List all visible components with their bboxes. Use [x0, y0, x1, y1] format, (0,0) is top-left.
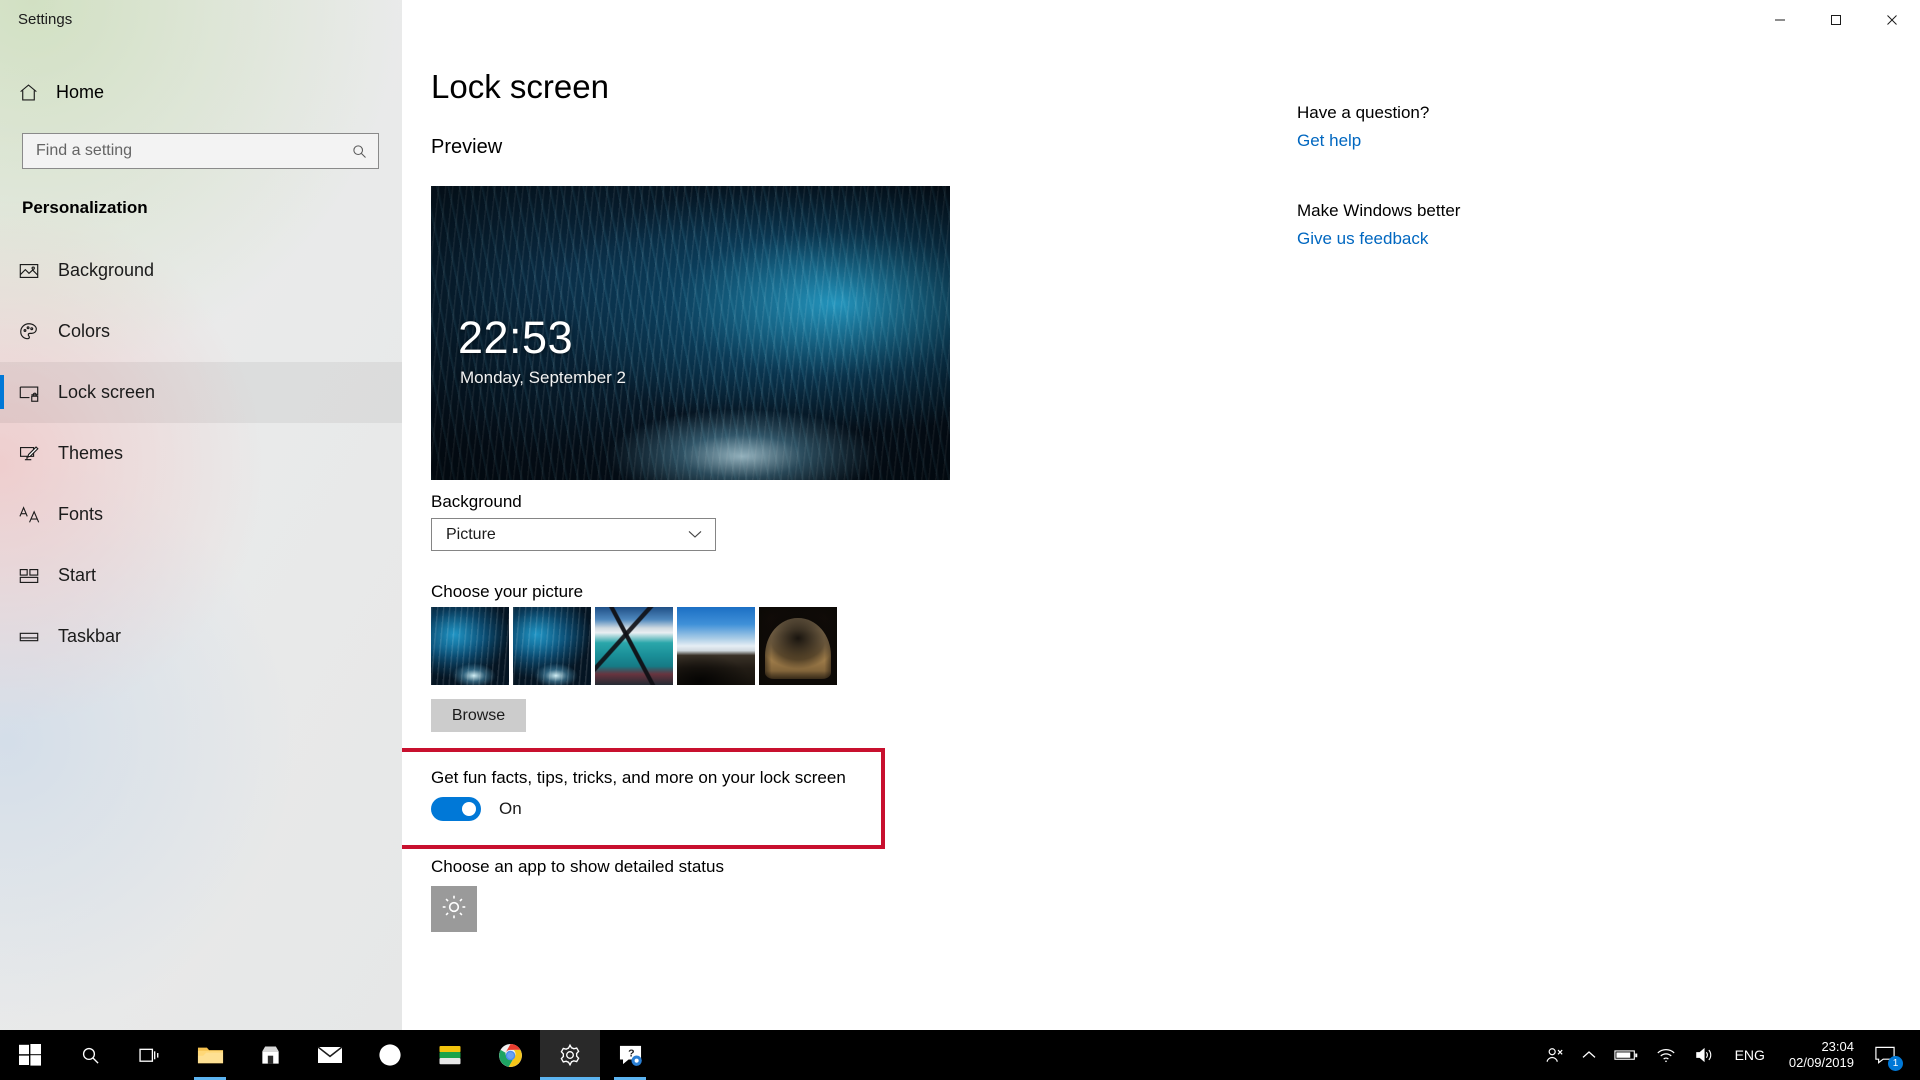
clock-area[interactable]: 23:04 02/09/2019: [1777, 1030, 1866, 1080]
toggle-knob: [462, 802, 476, 816]
sidebar-item-background-label: Background: [58, 260, 155, 280]
start-tiles-icon: [18, 565, 58, 587]
sidebar-item-themes-label: Themes: [58, 443, 124, 463]
lock-screen-preview[interactable]: 22:53 Monday, September 2: [431, 186, 950, 480]
sidebar-item-start[interactable]: Start: [0, 545, 402, 606]
sidebar-item-lock-screen[interactable]: Lock screen: [0, 362, 402, 423]
main-content: Lock screen Preview 22:53 Monday, Septem…: [402, 0, 1920, 1030]
battery-icon[interactable]: [1605, 1030, 1647, 1080]
sidebar-item-fonts[interactable]: Fonts: [0, 484, 402, 545]
volume-icon[interactable]: [1685, 1030, 1723, 1080]
palette-icon: [18, 321, 58, 343]
tray-date: 02/09/2019: [1788, 1055, 1854, 1070]
theme-brush-icon: [18, 443, 58, 465]
settings-window: Settings Home Find a setting Personaliza…: [0, 0, 1920, 1080]
fonts-aa-icon: [18, 504, 58, 526]
choose-picture-label: Choose your picture: [431, 582, 584, 601]
page-title: Lock screen: [431, 68, 609, 105]
sidebar-item-taskbar[interactable]: Taskbar: [0, 606, 402, 667]
sidebar-section-title: Personalization: [22, 198, 148, 217]
picture-thumbnail-desert-arch[interactable]: [759, 607, 837, 685]
sidebar-item-home-label: Home: [56, 81, 105, 102]
preview-heading: Preview: [431, 136, 503, 158]
taskbar: ? ENG 23:04 02/09/2019 1: [0, 1030, 1920, 1080]
home-icon: [18, 82, 56, 103]
language-indicator[interactable]: ENG: [1723, 1047, 1777, 1063]
close-button[interactable]: [1864, 0, 1920, 40]
microsoft-store-button[interactable]: [240, 1030, 300, 1080]
question-heading: Have a question?: [1297, 103, 1430, 122]
sidebar-item-fonts-label: Fonts: [58, 504, 104, 524]
chevron-down-icon: [688, 530, 715, 539]
preview-date: Monday, September 2: [460, 368, 626, 387]
picture-thumbnail-hillside[interactable]: [677, 607, 755, 685]
tray-time: 23:04: [1821, 1038, 1854, 1054]
window-controls: [1752, 0, 1920, 40]
picture-thumbnail-ice-cave-2[interactable]: [513, 607, 591, 685]
fun-facts-toggle-state: On: [499, 799, 522, 818]
fun-facts-toggle[interactable]: [431, 797, 481, 821]
weather-sun-icon: [441, 894, 467, 925]
sidebar-item-background[interactable]: Background: [0, 240, 402, 301]
preview-clock: 22:53: [458, 312, 574, 363]
search-input[interactable]: [23, 134, 352, 168]
image-icon: [18, 260, 58, 282]
sticky-notes-button[interactable]: [420, 1030, 480, 1080]
notification-count-badge: 1: [1888, 1056, 1903, 1071]
taskbar-items: ?: [0, 1030, 660, 1080]
file-explorer-button[interactable]: [180, 1030, 240, 1080]
sidebar: Home Personalization: [0, 0, 402, 1030]
maximize-button[interactable]: [1808, 0, 1864, 40]
sidebar-item-themes[interactable]: Themes: [0, 423, 402, 484]
start-button[interactable]: [0, 1030, 60, 1080]
window-title: Settings: [18, 11, 73, 28]
people-icon[interactable]: [1535, 1030, 1573, 1080]
sidebar-item-taskbar-label: Taskbar: [58, 626, 122, 646]
picture-thumbnail-lagoon[interactable]: [595, 607, 673, 685]
lock-screen-icon: [18, 382, 58, 404]
sidebar-item-home[interactable]: Home: [0, 70, 402, 114]
taskbar-icon: [18, 626, 58, 648]
sidebar-nav-list: Background Colors Lock screen Themes Fon…: [0, 240, 402, 667]
chevron-up-icon[interactable]: [1573, 1030, 1605, 1080]
search-button[interactable]: [60, 1030, 120, 1080]
settings-button[interactable]: [540, 1030, 600, 1080]
background-dropdown-value: Picture: [446, 525, 496, 543]
minimize-button[interactable]: [1752, 0, 1808, 40]
detailed-status-app-button[interactable]: [431, 886, 477, 932]
make-windows-better-heading: Make Windows better: [1297, 201, 1461, 220]
background-dropdown[interactable]: Picture: [431, 518, 716, 551]
mail-button[interactable]: [300, 1030, 360, 1080]
wifi-icon[interactable]: [1647, 1030, 1685, 1080]
picture-thumbnail-list: [431, 607, 837, 685]
give-feedback-link[interactable]: Give us feedback: [1297, 229, 1428, 249]
search-icon: [352, 144, 378, 159]
task-view-button[interactable]: [120, 1030, 180, 1080]
get-help-link[interactable]: Get help: [1297, 131, 1361, 151]
sidebar-item-colors[interactable]: Colors: [0, 301, 402, 362]
feedback-hub-button[interactable]: ?: [600, 1030, 660, 1080]
chrome-button[interactable]: [480, 1030, 540, 1080]
title-bar: Settings: [0, 0, 1920, 40]
sidebar-item-start-label: Start: [58, 565, 97, 585]
background-label: Background: [431, 492, 522, 511]
notification-icon[interactable]: 1: [1866, 1030, 1908, 1080]
system-tray: ENG 23:04 02/09/2019 1: [1535, 1030, 1920, 1080]
sidebar-item-lock-screen-label: Lock screen: [58, 382, 156, 402]
picture-thumbnail-ice-cave-1[interactable]: [431, 607, 509, 685]
fun-facts-toggle-row: On: [431, 797, 522, 821]
fun-facts-label: Get fun facts, tips, tricks, and more on…: [431, 768, 846, 787]
office-button[interactable]: [360, 1030, 420, 1080]
sidebar-item-colors-label: Colors: [58, 321, 111, 341]
detailed-status-label: Choose an app to show detailed status: [431, 857, 724, 876]
search-box[interactable]: [22, 133, 379, 169]
browse-button[interactable]: Browse: [431, 699, 526, 732]
show-desktop-button[interactable]: [1908, 1030, 1916, 1080]
